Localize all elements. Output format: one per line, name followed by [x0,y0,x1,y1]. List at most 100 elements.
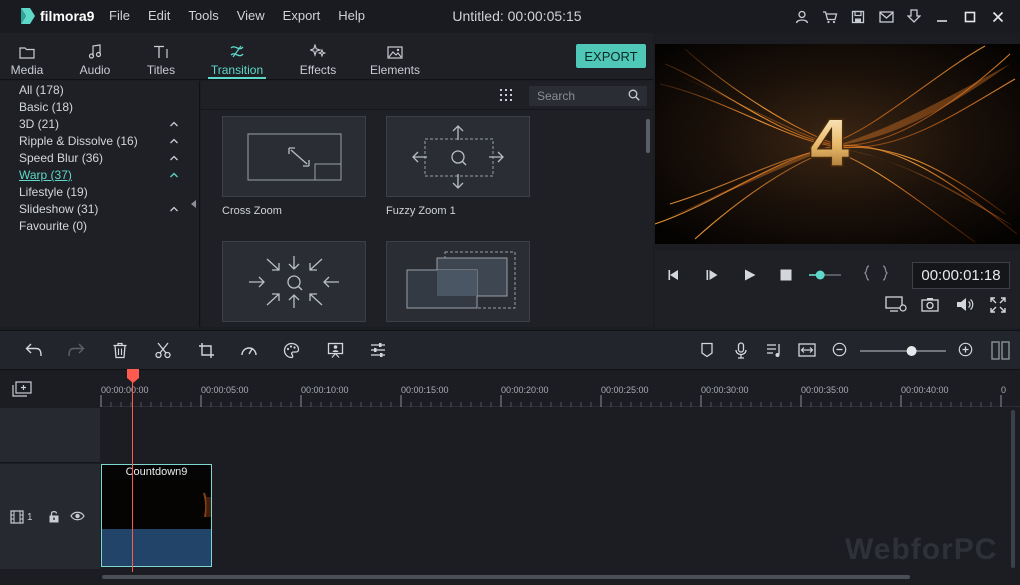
lock-icon[interactable] [48,510,60,523]
zoom-out-icon[interactable] [832,342,847,357]
ruler-tick-label: 00:00:00:00 [101,385,149,395]
zoom-in-icon[interactable] [958,342,973,357]
audio-mixer-icon[interactable] [766,342,782,358]
panel-toggle-icon[interactable] [991,341,1011,360]
search-icon[interactable] [628,89,640,101]
marker-icon[interactable] [700,342,714,358]
tab-elements[interactable]: Elements [369,33,421,79]
volume-slider[interactable] [808,268,842,282]
ruler-tick-label: 00:00:35:00 [801,385,849,395]
transition-fuzzy-zoom-1[interactable] [386,116,530,197]
category-label: Ripple & Dissolve (16) [19,134,138,148]
adjust-sliders-icon[interactable] [370,342,386,358]
mail-icon[interactable] [872,0,900,33]
text-icon [154,45,168,58]
export-button[interactable]: EXPORT [576,44,646,68]
category-label: All (178) [19,83,64,97]
next-frame-icon[interactable] [705,268,719,282]
category-item[interactable]: Warp (37) [0,167,200,184]
maximize-icon[interactable] [956,0,984,33]
delete-icon[interactable] [112,342,128,359]
save-icon[interactable] [844,0,872,33]
category-item[interactable]: Slideshow (31) [0,201,200,218]
speed-gauge-icon[interactable] [240,342,258,358]
category-item[interactable]: Ripple & Dissolve (16) [0,133,200,150]
category-item[interactable]: Basic (18) [0,99,200,116]
transition-cross-zoom[interactable] [222,116,366,197]
add-track-icon[interactable] [12,381,32,397]
tab-audio-label: Audio [79,63,111,77]
chevron-up-icon[interactable] [168,152,180,164]
close-icon[interactable] [984,0,1012,33]
playhead-marker-icon[interactable] [126,368,140,384]
playhead-line[interactable] [132,380,133,572]
timeline-vertical-scrollbar[interactable] [1011,410,1015,568]
playback-controls: 00:00:01:18 [655,250,1020,328]
redo-icon[interactable] [67,342,85,358]
eye-visibility-icon[interactable] [70,511,85,521]
user-icon[interactable] [788,0,816,33]
download-icon[interactable] [900,0,928,33]
display-settings-icon[interactable] [885,296,907,312]
category-item[interactable]: Favourite (0) [0,218,200,235]
color-palette-icon[interactable] [283,342,300,359]
ruler-tick-label: 00:00:20:00 [501,385,549,395]
microphone-icon[interactable] [734,342,748,359]
tab-transition[interactable]: Transition [208,33,266,79]
cart-icon[interactable] [816,0,844,33]
category-item[interactable]: All (178) [0,82,200,99]
track-number: 1 [27,512,33,523]
editing-toolbar [0,330,1020,370]
timeline-clip[interactable]: Countdown9 [101,464,212,567]
ruler-tick-label: 00:00:05:00 [201,385,249,395]
undo-icon[interactable] [25,342,43,358]
fit-timeline-icon[interactable] [798,342,816,358]
collapse-panel-icon[interactable] [190,199,197,209]
chevron-up-icon[interactable] [168,118,180,130]
play-icon[interactable] [743,268,757,282]
category-item[interactable]: Lifestyle (19) [0,184,200,201]
grid-view-icon[interactable] [499,88,513,102]
image-icon [387,46,403,59]
tab-titles[interactable]: Titles [142,33,180,79]
library-scrollbar[interactable] [646,119,650,153]
timeline-zoom-slider[interactable] [859,344,947,358]
tab-media-label: Media [10,63,44,77]
category-label: Favourite (0) [19,219,88,233]
chevron-up-icon[interactable] [168,135,180,147]
snapshot-camera-icon[interactable] [921,297,939,312]
chevron-up-icon[interactable] [168,203,180,215]
cut-scissors-icon[interactable] [155,342,171,359]
tab-audio[interactable]: Audio [75,33,115,79]
countdown-number: 4 [808,108,853,182]
film-track-icon [10,510,24,524]
preview-timecode: 00:00:01:18 [912,262,1010,289]
volume-icon[interactable] [956,297,974,312]
transition-label: Cross Zoom [222,205,282,217]
chevron-up-icon[interactable] [168,169,180,181]
tab-media[interactable]: Media [6,33,48,79]
timeline-horizontal-scrollbar[interactable] [102,575,910,579]
mark-in-out-icon[interactable] [863,264,889,282]
tab-elements-label: Elements [369,63,421,77]
minimize-icon[interactable] [928,0,956,33]
crop-icon[interactable] [198,342,215,359]
stop-icon[interactable] [780,269,792,281]
tab-effects-label: Effects [299,63,337,77]
category-label: 3D (21) [19,117,60,131]
tab-effects[interactable]: Effects [297,33,339,79]
clip-audio-waveform [102,529,211,566]
prev-frame-icon[interactable] [667,268,681,282]
timeline-ruler[interactable]: 00:00:00:00 00:00:05:00 00:00:10:00 00:00:1… [100,371,1020,407]
category-label: Warp (37) [19,168,72,182]
category-item[interactable]: 3D (21) [0,116,200,133]
fuzzy-zoom-preview-icon [412,125,504,189]
transition-thumbnail-4[interactable] [386,241,530,322]
transition-label: Fuzzy Zoom 1 [386,205,456,217]
category-item[interactable]: Speed Blur (36) [0,150,200,167]
empty-track-area[interactable] [100,408,1020,463]
empty-track-header [0,408,100,463]
green-screen-icon[interactable] [327,342,344,359]
fullscreen-icon[interactable] [990,297,1006,313]
transition-thumbnail-3[interactable] [222,241,366,322]
